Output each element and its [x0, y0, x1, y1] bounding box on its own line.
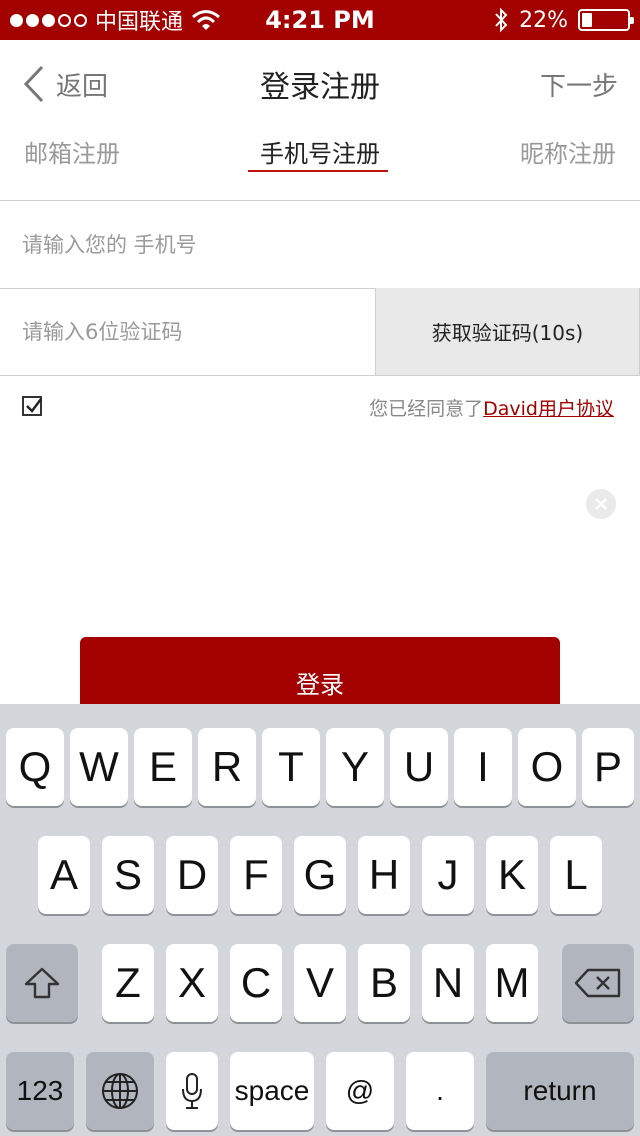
- key-n[interactable]: N: [422, 944, 474, 1022]
- key-t[interactable]: T: [262, 728, 320, 806]
- key-w[interactable]: W: [70, 728, 128, 806]
- navigation-bar: 返回 登录注册 下一步: [0, 40, 640, 130]
- verification-code-input[interactable]: [0, 289, 375, 375]
- active-tab-indicator: [248, 170, 388, 172]
- battery-fill: [582, 13, 592, 27]
- tab-email-register[interactable]: 邮箱注册: [24, 134, 120, 169]
- get-code-button[interactable]: 获取验证码(10s): [375, 288, 640, 375]
- key-v[interactable]: V: [294, 944, 346, 1022]
- key-u[interactable]: U: [390, 728, 448, 806]
- delete-key[interactable]: [562, 944, 634, 1022]
- status-right: 22%: [493, 0, 634, 40]
- globe-icon: [102, 1073, 138, 1109]
- key-e[interactable]: E: [134, 728, 192, 806]
- key-i[interactable]: I: [454, 728, 512, 806]
- status-bar: 中国联通 4:21 PM 22%: [0, 0, 640, 40]
- keyboard: Q W E R T Y U I O P A S D F G H J K L Z …: [0, 704, 640, 1136]
- clear-input-button[interactable]: [586, 489, 616, 519]
- return-key[interactable]: return: [486, 1052, 634, 1130]
- key-q[interactable]: Q: [6, 728, 64, 806]
- key-s[interactable]: S: [102, 836, 154, 914]
- agree-checkbox[interactable]: [22, 396, 42, 416]
- tab-phone-register[interactable]: 手机号注册: [260, 134, 380, 169]
- key-p[interactable]: P: [582, 728, 634, 806]
- key-o[interactable]: O: [518, 728, 576, 806]
- key-c[interactable]: C: [230, 944, 282, 1022]
- key-m[interactable]: M: [486, 944, 538, 1022]
- key-r[interactable]: R: [198, 728, 256, 806]
- phone-input[interactable]: [0, 201, 640, 288]
- key-x[interactable]: X: [166, 944, 218, 1022]
- key-b[interactable]: B: [358, 944, 410, 1022]
- key-y[interactable]: Y: [326, 728, 384, 806]
- battery-percent: 22%: [519, 7, 568, 33]
- key-k[interactable]: K: [486, 836, 538, 914]
- agreement-text: 您已经同意了David用户协议: [369, 394, 614, 421]
- numbers-key[interactable]: 123: [6, 1052, 74, 1130]
- at-key[interactable]: @: [326, 1052, 394, 1130]
- key-f[interactable]: F: [230, 836, 282, 914]
- key-d[interactable]: D: [166, 836, 218, 914]
- key-j[interactable]: J: [422, 836, 474, 914]
- key-g[interactable]: G: [294, 836, 346, 914]
- shift-key[interactable]: [6, 944, 78, 1022]
- user-agreement-link[interactable]: David用户协议: [483, 398, 614, 420]
- globe-key[interactable]: [86, 1052, 154, 1130]
- space-key[interactable]: space: [230, 1052, 314, 1130]
- tab-nickname-register[interactable]: 昵称注册: [520, 134, 616, 169]
- key-h[interactable]: H: [358, 836, 410, 914]
- bluetooth-icon: [495, 7, 508, 33]
- backspace-icon: [574, 968, 621, 998]
- period-key[interactable]: .: [406, 1052, 474, 1130]
- dictation-key[interactable]: [166, 1052, 218, 1130]
- agreement-prefix: 您已经同意了: [369, 398, 484, 420]
- key-z[interactable]: Z: [102, 944, 154, 1022]
- key-l[interactable]: L: [550, 836, 602, 914]
- next-step-button[interactable]: 下一步: [540, 66, 618, 103]
- close-icon: [595, 498, 607, 510]
- microphone-icon: [182, 1073, 202, 1109]
- shift-icon: [24, 967, 60, 999]
- divider: [0, 375, 640, 376]
- register-tabs: 邮箱注册 手机号注册 昵称注册: [0, 130, 640, 200]
- checkmark-icon: [26, 398, 42, 413]
- battery-icon: [578, 9, 634, 31]
- key-a[interactable]: A: [38, 836, 90, 914]
